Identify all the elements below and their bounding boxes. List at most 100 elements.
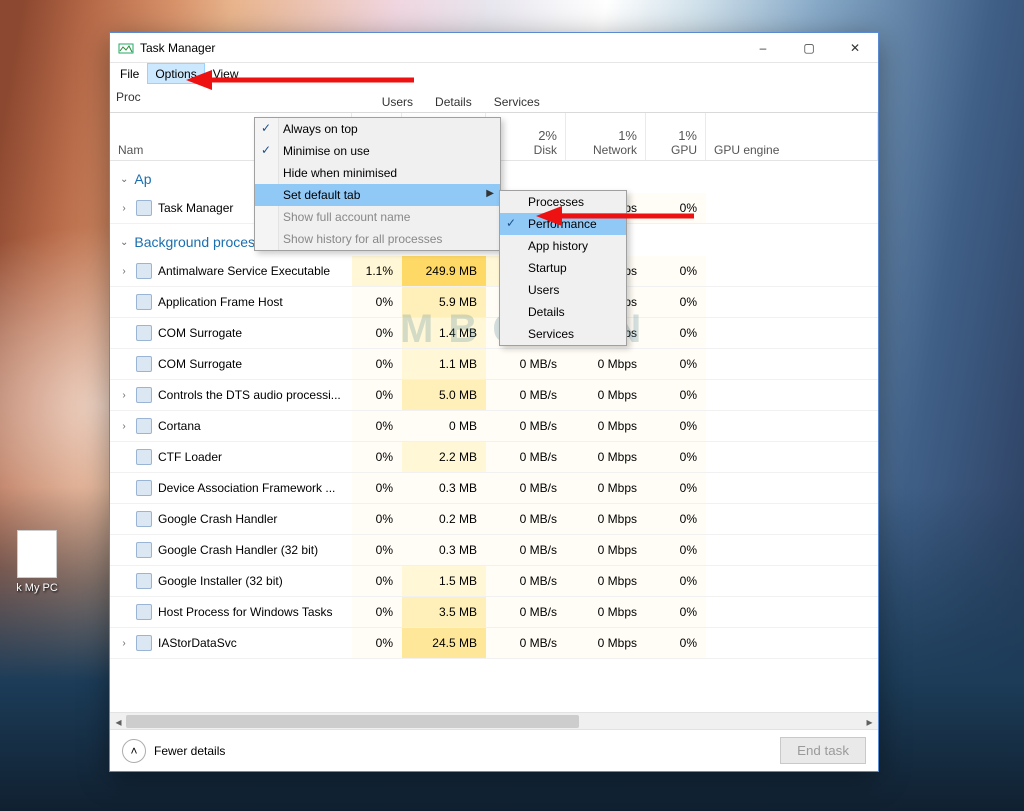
submenu-arrow-icon: ▶ [486, 188, 494, 199]
tab-services[interactable]: Services [483, 90, 551, 113]
chevron-up-icon: ˄ [130, 744, 137, 758]
process-name-cell[interactable]: ›IAStorDataSvc [110, 628, 352, 658]
menuitem-show-history-all: Show history for all processes [255, 228, 500, 250]
gpu-cell: 0% [646, 287, 706, 317]
submenu-item-processes[interactable]: Processes [500, 191, 626, 213]
disk-cell: 0 MB/s [486, 566, 566, 596]
expand-icon[interactable]: › [118, 638, 130, 649]
table-row[interactable]: COM Surrogate0%1.1 MB0 MB/s0 Mbps0% [110, 349, 878, 380]
menuitem-set-default-tab[interactable]: Set default tab ▶ [255, 184, 500, 206]
mem-cell: 3.5 MB [402, 597, 486, 627]
expand-icon[interactable]: › [118, 421, 130, 432]
process-icon [136, 294, 152, 310]
submenu-item-services[interactable]: Services [500, 323, 626, 345]
gpu-cell: 0% [646, 628, 706, 658]
gpu-cell: 0% [646, 411, 706, 441]
column-gpu-engine[interactable]: GPU engine [706, 113, 878, 160]
process-name-cell[interactable]: Device Association Framework ... [110, 473, 352, 503]
table-row[interactable]: ›Antimalware Service Executable1.1%249.9… [110, 256, 878, 287]
fewer-details-label[interactable]: Fewer details [154, 744, 225, 758]
titlebar[interactable]: Task Manager – ▢ ✕ [110, 33, 878, 63]
check-icon: ✓ [261, 121, 271, 135]
process-name-cell[interactable]: Google Crash Handler [110, 504, 352, 534]
expand-icon[interactable]: › [118, 203, 130, 214]
fewer-details-toggle[interactable]: ˄ [122, 739, 146, 763]
tab-details[interactable]: Details [424, 90, 483, 113]
tab-users[interactable]: Users [371, 90, 424, 113]
submenu-item-users[interactable]: Users [500, 279, 626, 301]
process-name: Google Crash Handler [158, 512, 277, 526]
mem-cell: 24.5 MB [402, 628, 486, 658]
menuitem-minimise-on-use[interactable]: ✓ Minimise on use [255, 140, 500, 162]
column-network[interactable]: 1%Network [566, 113, 646, 160]
close-button[interactable]: ✕ [832, 33, 878, 63]
cpu-cell: 0% [352, 411, 402, 441]
process-name-cell[interactable]: Application Frame Host [110, 287, 352, 317]
submenu-item-details[interactable]: Details [500, 301, 626, 323]
gpu-engine-cell [706, 256, 878, 286]
menuitem-always-on-top[interactable]: ✓ Always on top [255, 118, 500, 140]
disk-cell: 0 MB/s [486, 535, 566, 565]
process-name-cell[interactable]: Host Process for Windows Tasks [110, 597, 352, 627]
gpu-engine-cell [706, 318, 878, 348]
scroll-left-arrow[interactable]: ◂ [110, 713, 127, 730]
table-row[interactable]: Device Association Framework ...0%0.3 MB… [110, 473, 878, 504]
gpu-engine-cell [706, 442, 878, 472]
process-name: Application Frame Host [158, 295, 283, 309]
column-gpu[interactable]: 1%GPU [646, 113, 706, 160]
scroll-thumb[interactable] [126, 715, 579, 728]
net-cell: 0 Mbps [566, 349, 646, 379]
gpu-engine-cell [706, 193, 878, 223]
process-name-cell[interactable]: Google Installer (32 bit) [110, 566, 352, 596]
menu-view[interactable]: View [205, 63, 247, 84]
process-icon [136, 387, 152, 403]
process-name-cell[interactable]: COM Surrogate [110, 349, 352, 379]
maximize-button[interactable]: ▢ [786, 33, 832, 63]
process-name-cell[interactable]: ›Controls the DTS audio processi... [110, 380, 352, 410]
scroll-right-arrow[interactable]: ▸ [861, 713, 878, 730]
process-name-cell[interactable]: ›Cortana [110, 411, 352, 441]
table-row[interactable]: ›Controls the DTS audio processi...0%5.0… [110, 380, 878, 411]
table-row[interactable]: Host Process for Windows Tasks0%3.5 MB0 … [110, 597, 878, 628]
submenu-item-startup[interactable]: Startup [500, 257, 626, 279]
expand-icon[interactable]: › [118, 390, 130, 401]
check-icon: ✓ [261, 143, 271, 157]
end-task-button[interactable]: End task [780, 737, 866, 764]
mem-cell: 0.2 MB [402, 504, 486, 534]
process-icon [136, 573, 152, 589]
gpu-cell: 0% [646, 473, 706, 503]
table-row[interactable]: ›Cortana0%0 MB0 MB/s0 Mbps0% [110, 411, 878, 442]
window-title: Task Manager [140, 41, 215, 55]
menuitem-hide-when-minimised[interactable]: Hide when minimised [255, 162, 500, 184]
menu-file[interactable]: File [112, 63, 147, 84]
desktop-shortcut[interactable]: k My PC [2, 530, 72, 594]
menu-options[interactable]: Options [147, 63, 204, 84]
disk-cell: 0 MB/s [486, 628, 566, 658]
process-name: Google Installer (32 bit) [158, 574, 283, 588]
gpu-cell: 0% [646, 597, 706, 627]
gpu-cell: 0% [646, 256, 706, 286]
tab-bar: Proc Users Details Services [110, 84, 878, 113]
cpu-cell: 1.1% [352, 256, 402, 286]
table-row[interactable]: CTF Loader0%2.2 MB0 MB/s0 Mbps0% [110, 442, 878, 473]
minimize-button[interactable]: – [740, 33, 786, 63]
gpu-engine-cell [706, 380, 878, 410]
table-row[interactable]: ›IAStorDataSvc0%24.5 MB0 MB/s0 Mbps0% [110, 628, 878, 659]
expand-icon[interactable]: › [118, 266, 130, 277]
process-name-cell[interactable]: ›Antimalware Service Executable [110, 256, 352, 286]
cpu-cell: 0% [352, 380, 402, 410]
gpu-cell: 0% [646, 380, 706, 410]
submenu-item-app-history[interactable]: App history [500, 235, 626, 257]
table-row[interactable]: Google Installer (32 bit)0%1.5 MB0 MB/s0… [110, 566, 878, 597]
table-row[interactable]: Google Crash Handler0%0.2 MB0 MB/s0 Mbps… [110, 504, 878, 535]
process-name-cell[interactable]: COM Surrogate [110, 318, 352, 348]
horizontal-scrollbar[interactable]: ◂ ▸ [110, 712, 878, 729]
process-name-cell[interactable]: CTF Loader [110, 442, 352, 472]
disk-cell: 0 MB/s [486, 473, 566, 503]
submenu-item-performance[interactable]: ✓Performance [500, 213, 626, 235]
process-name: COM Surrogate [158, 326, 242, 340]
tab-processes-partial[interactable]: Proc [116, 90, 141, 104]
process-name: CTF Loader [158, 450, 222, 464]
process-name-cell[interactable]: Google Crash Handler (32 bit) [110, 535, 352, 565]
table-row[interactable]: Google Crash Handler (32 bit)0%0.3 MB0 M… [110, 535, 878, 566]
